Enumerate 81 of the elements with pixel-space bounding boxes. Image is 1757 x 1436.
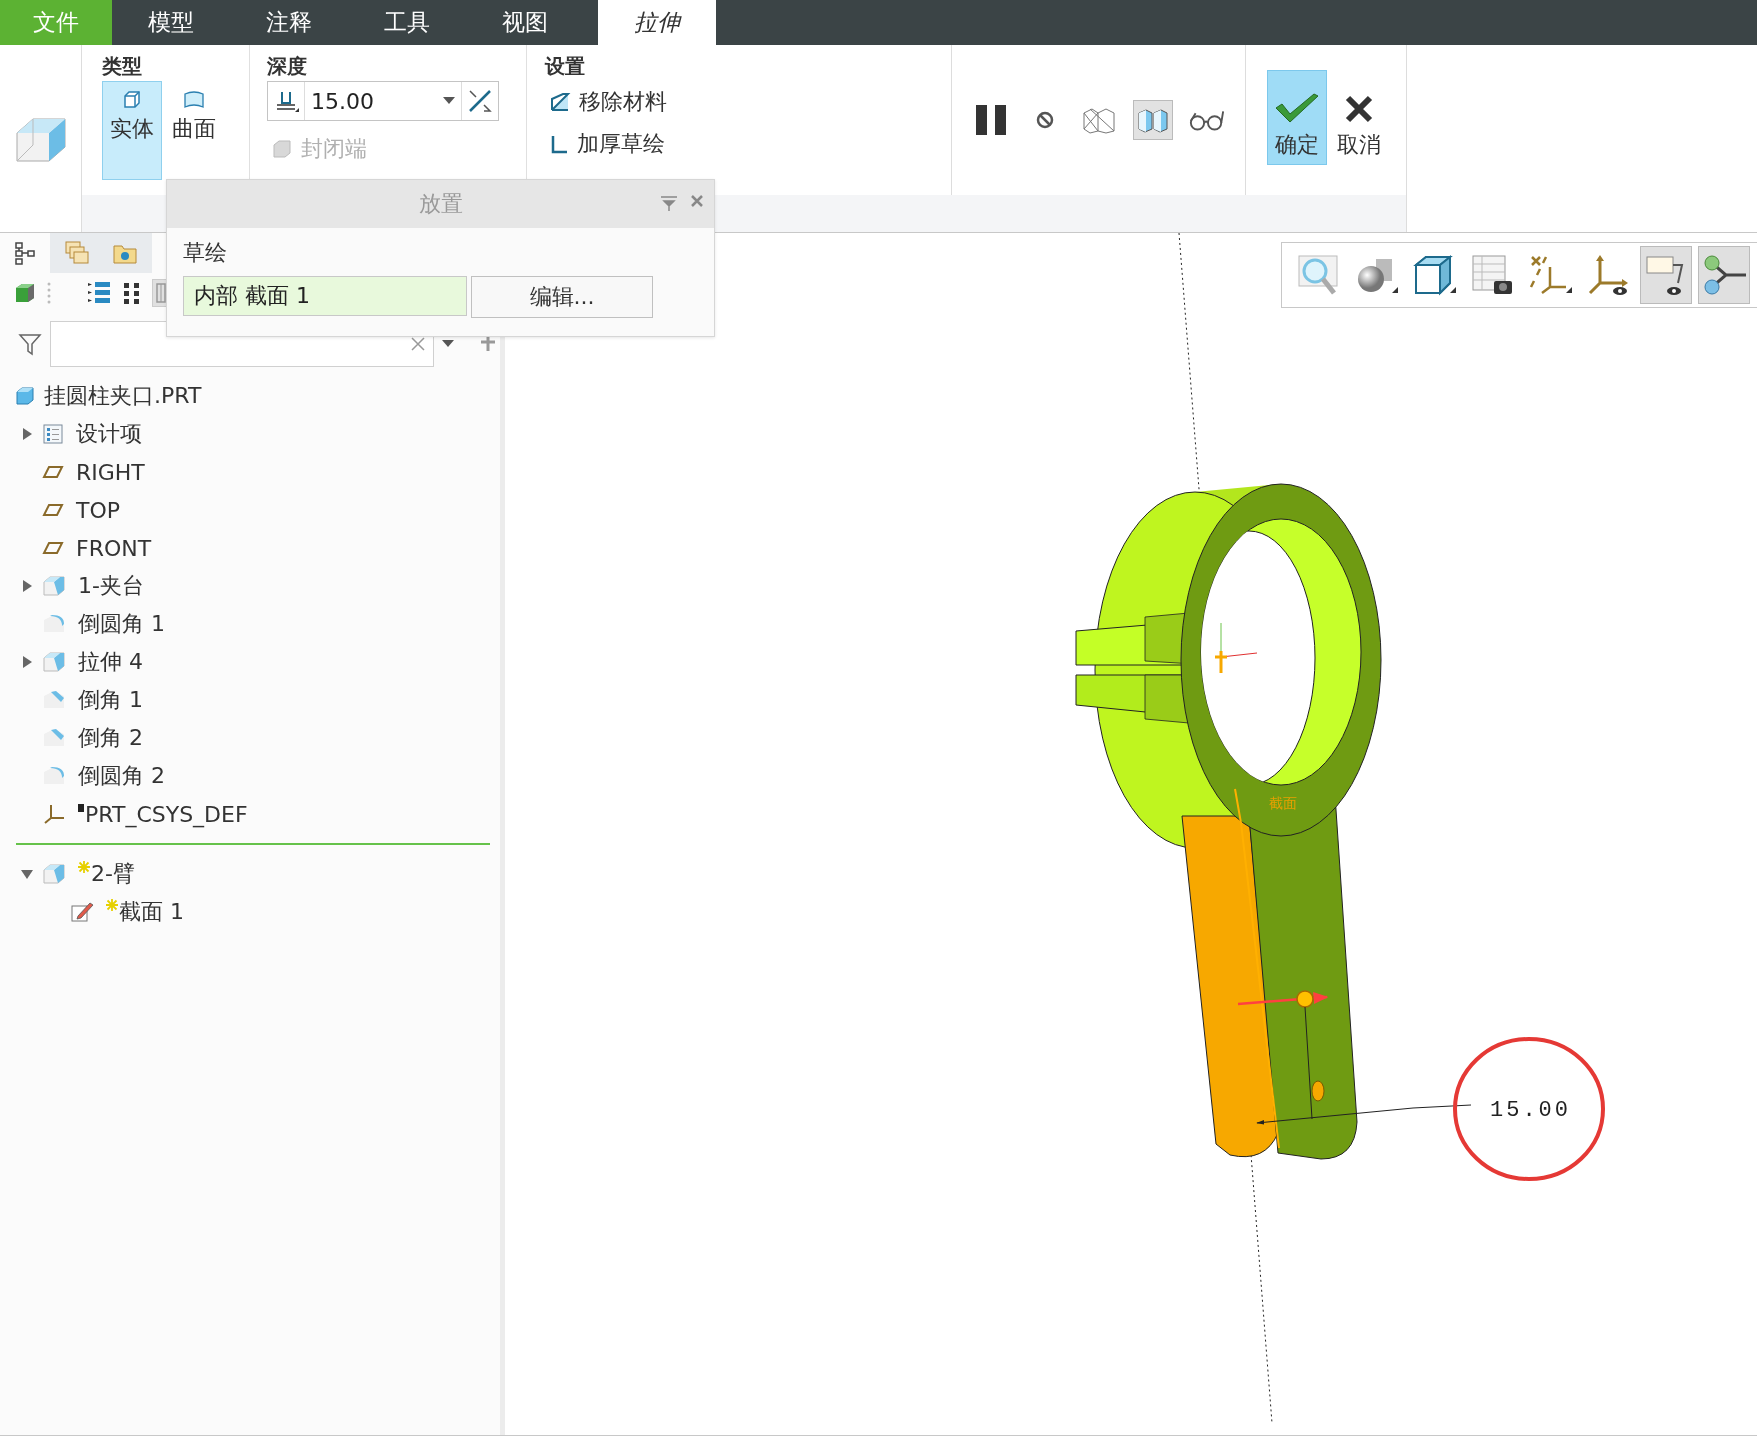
layers-icon xyxy=(64,240,90,266)
tree-item-label[interactable]: 设计项 xyxy=(76,419,142,449)
tree-view-icon xyxy=(14,241,36,265)
checkmark-icon xyxy=(1274,92,1320,124)
datum-axes-icon xyxy=(1528,253,1572,297)
extrude-icon xyxy=(42,650,66,674)
magnifier-icon xyxy=(1296,253,1340,297)
pin-icon xyxy=(660,194,678,212)
depth-dropdown[interactable]: 15.00 xyxy=(267,81,499,121)
csys-icon xyxy=(1215,622,1258,673)
ok-button[interactable]: 确定 xyxy=(1267,70,1327,165)
menu-tab[interactable]: 工具 xyxy=(348,0,466,45)
csys-icon xyxy=(42,802,66,826)
thicken-sketch-toggle[interactable]: 加厚草绘 xyxy=(545,123,712,165)
collapse-arrow-icon[interactable] xyxy=(21,869,33,879)
cube-icon xyxy=(1412,253,1456,297)
remove-material-icon xyxy=(549,91,571,113)
edit-button[interactable]: 编辑... xyxy=(471,276,653,318)
menu-tab[interactable]: 模型 xyxy=(112,0,230,45)
tree-item-label[interactable]: FRONT xyxy=(76,535,152,561)
clear-icon xyxy=(411,337,425,351)
list-icon xyxy=(42,423,64,445)
menu-tab[interactable]: 拉伸 xyxy=(598,0,716,45)
glasses-icon xyxy=(1187,108,1226,132)
view-tool-button[interactable] xyxy=(1640,246,1692,304)
part-icon xyxy=(14,385,36,407)
dropdown-caret-icon xyxy=(443,97,455,105)
tree-item-label[interactable]: 倒圆角 1 xyxy=(78,609,165,639)
tree-item-label[interactable]: PRT_CSYS_DEF xyxy=(85,801,248,827)
tree-item-label[interactable]: 截面 1 xyxy=(119,897,184,927)
view-tool-button[interactable] xyxy=(1698,246,1750,304)
grip-icon xyxy=(46,280,52,306)
pause-icon xyxy=(973,103,1008,137)
group-title: 深度 xyxy=(267,53,307,80)
axes-eye-icon xyxy=(1586,253,1630,297)
depth-drag-arrow[interactable] xyxy=(1237,990,1329,1008)
tree-item-label[interactable]: TOP xyxy=(76,497,121,523)
filter-icon xyxy=(18,332,42,356)
dropdown-caret-icon xyxy=(442,340,454,348)
table-icon xyxy=(156,283,166,303)
group-title: 设置 xyxy=(545,53,585,80)
menu-tab[interactable]: 注释 xyxy=(230,0,348,45)
tree-list-icon xyxy=(86,280,112,306)
solid-toggle[interactable]: 实体 xyxy=(102,81,162,180)
group-title: 类型 xyxy=(102,53,142,80)
tree-item-label[interactable]: 倒角 1 xyxy=(78,685,143,715)
table-camera-icon xyxy=(1470,253,1514,297)
tree-item-label[interactable]: 倒圆角 2 xyxy=(78,761,165,791)
thicken-icon xyxy=(549,133,569,155)
tree-item-label[interactable]: 拉伸 4 xyxy=(78,647,143,677)
remove-material-toggle[interactable]: 移除材料 xyxy=(545,81,712,123)
surface-icon xyxy=(182,90,206,110)
tree-item-label[interactable]: 1-夹台 xyxy=(78,571,144,601)
tree-item-label[interactable]: 2-臂 xyxy=(91,859,135,889)
extrude-icon xyxy=(42,862,66,886)
tree-item-label[interactable]: 挂圆柱夹口.PRT xyxy=(44,381,202,411)
section-tag: 截面 xyxy=(1269,795,1297,811)
capped-ends-icon xyxy=(271,138,293,160)
expand-arrow-icon[interactable] xyxy=(22,428,32,440)
surface-toggle[interactable]: 曲面 xyxy=(164,81,224,180)
extrude-icon xyxy=(42,574,66,598)
close-icon xyxy=(1344,94,1374,124)
menu-tab[interactable]: 视图 xyxy=(466,0,584,45)
panel-title: 放置 xyxy=(418,190,463,218)
expand-arrow-icon[interactable] xyxy=(22,656,32,668)
add-icon xyxy=(480,336,496,352)
column-dots-icon xyxy=(122,280,142,306)
cube-icon xyxy=(14,282,36,304)
field-label: 草绘 xyxy=(183,239,227,267)
tree-item-label[interactable]: RIGHT xyxy=(76,459,145,485)
sketch-pencil-icon xyxy=(70,900,94,924)
tree-item-label[interactable]: 倒角 2 xyxy=(78,723,143,753)
nodes-icon xyxy=(1702,253,1746,297)
sketch-field[interactable]: 内部 截面 1 xyxy=(183,276,467,316)
cancel-button[interactable]: 取消 xyxy=(1329,70,1389,165)
flip-direction-icon xyxy=(467,88,493,114)
prohibited-icon xyxy=(1034,110,1055,130)
solid-cube-icon xyxy=(122,90,142,110)
expand-arrow-icon[interactable] xyxy=(22,580,32,592)
dimension-value[interactable]: 15.00 xyxy=(1490,1098,1571,1123)
close-icon xyxy=(690,194,704,208)
